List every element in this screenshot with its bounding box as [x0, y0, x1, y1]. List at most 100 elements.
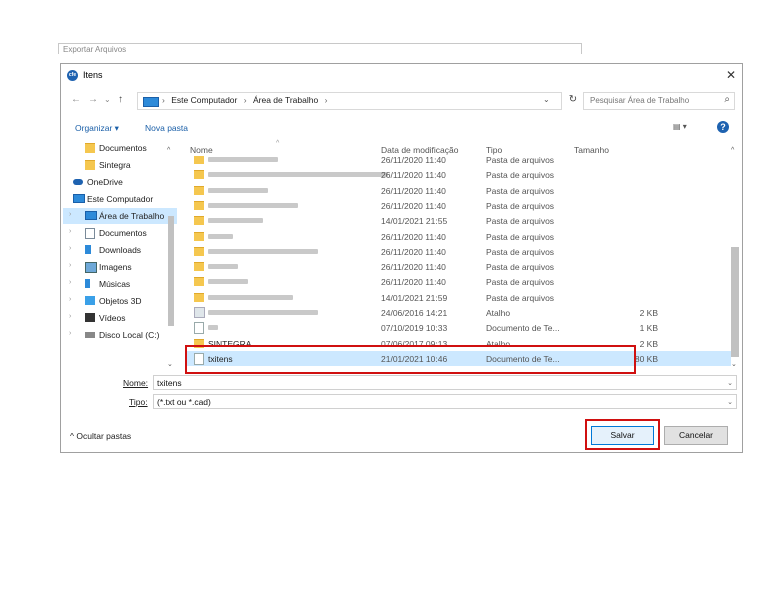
sidebar-item-objetos-3d[interactable]: › Objetos 3D — [63, 293, 177, 309]
refresh-icon[interactable]: ↻ — [565, 92, 581, 108]
chevron-down-icon[interactable]: ⌄ — [727, 379, 733, 387]
cancel-button[interactable]: Cancelar — [664, 426, 728, 445]
file-type: Pasta de arquivos — [486, 246, 555, 257]
pictures-icon — [85, 262, 97, 273]
file-type: Pasta de arquivos — [486, 231, 555, 242]
table-row[interactable]: 14/01/2021 21:55 Pasta de arquivos — [186, 213, 731, 228]
scroll-down-icon[interactable]: ⌄ — [167, 358, 173, 368]
sidebar-item-onedrive[interactable]: ›OneDrive — [63, 174, 177, 190]
back-arrow-icon[interactable]: ← — [71, 94, 81, 105]
sort-ascending-icon: ^ — [276, 140, 280, 147]
address-dropdown-icon[interactable]: ⌄ — [543, 95, 550, 104]
expand-chevron-icon[interactable]: › — [69, 279, 71, 286]
file-type-label: Tipo: — [129, 397, 148, 407]
redacted-file-name — [208, 233, 233, 239]
file-type: Pasta de arquivos — [486, 200, 555, 211]
sidebar-item-label: Downloads — [99, 245, 142, 255]
sidebar-item-músicas[interactable]: › Músicas — [63, 276, 177, 292]
file-name-value: txitens — [157, 378, 182, 388]
sidebar-item-sintegra[interactable]: Sintegra — [63, 157, 177, 173]
expand-chevron-icon[interactable]: › — [69, 211, 71, 218]
list-scroll-up-icon[interactable]: ^ — [731, 144, 734, 154]
file-name-field[interactable]: txitens ⌄ — [153, 375, 737, 390]
chevron-down-icon[interactable]: ⌄ — [727, 398, 733, 406]
list-scroll-down-icon[interactable]: ⌄ — [731, 358, 737, 368]
expand-chevron-icon[interactable]: › — [69, 245, 71, 252]
redacted-file-name — [208, 310, 318, 315]
column-type[interactable]: Tipo — [486, 145, 502, 155]
hide-folders-button[interactable]: ^ Ocultar pastas — [70, 431, 131, 441]
up-arrow-icon[interactable]: ↑ — [118, 94, 123, 105]
breadcrumb: › Este Computador › Área de Trabalho › — [162, 95, 331, 105]
new-folder-button[interactable]: Nova pasta — [145, 123, 188, 133]
sidebar-item-documentos[interactable]: › Documentos — [63, 225, 177, 241]
folder-icon — [85, 143, 95, 153]
documents-icon — [85, 228, 95, 239]
file-list-scrollbar-thumb[interactable] — [731, 247, 739, 357]
sidebar-item-label: Documentos — [99, 143, 147, 153]
breadcrumb-separator: › — [243, 95, 247, 105]
text-document-icon — [194, 322, 204, 335]
sidebar-item-downloads[interactable]: › Downloads — [63, 242, 177, 258]
sidebar-item-documentos[interactable]: Documentos — [63, 142, 177, 156]
search-input[interactable]: Pesquisar Área de Trabalho ⌕ — [583, 92, 735, 110]
sidebar-item-este-computador[interactable]: ⌄Este Computador — [63, 191, 177, 207]
sidebar-item-área-de-trabalho[interactable]: › Área de Trabalho — [63, 208, 177, 224]
table-row[interactable]: 26/11/2020 11:40 Pasta de arquivos — [186, 156, 731, 167]
scroll-up-icon[interactable]: ^ — [167, 144, 170, 154]
organize-menu[interactable]: Organizar ▾ — [75, 123, 119, 134]
file-date: 26/11/2020 11:40 — [381, 170, 446, 181]
table-row[interactable]: 26/11/2020 11:40 Pasta de arquivos — [186, 167, 731, 182]
table-row[interactable]: 26/11/2020 11:40 Pasta de arquivos — [186, 198, 731, 213]
table-row[interactable]: 26/11/2020 11:40 Pasta de arquivos — [186, 259, 731, 274]
expand-chevron-icon[interactable]: › — [69, 313, 71, 320]
download-icon — [85, 245, 91, 254]
expand-chevron-icon[interactable]: › — [69, 296, 71, 303]
redacted-file-name — [208, 218, 263, 224]
address-bar[interactable]: › Este Computador › Área de Trabalho › ⌄ — [137, 92, 562, 110]
sidebar-item-vídeos[interactable]: › Vídeos — [63, 310, 177, 326]
file-date: 24/06/2016 14:21 — [381, 308, 448, 318]
redacted-file-name — [208, 157, 278, 162]
table-row[interactable]: 14/01/2021 21:59 Pasta de arquivos — [186, 290, 731, 305]
file-type-select[interactable]: (*.txt ou *.cad) ⌄ — [153, 394, 737, 409]
help-icon[interactable]: ? — [717, 121, 729, 133]
shortcut-icon — [194, 307, 205, 318]
computer-icon — [73, 194, 85, 203]
table-row[interactable]: 26/11/2020 11:40 Pasta de arquivos — [186, 244, 731, 259]
view-options-icon[interactable]: ▤ ▾ — [673, 122, 687, 131]
file-date: 26/11/2020 11:40 — [381, 246, 446, 257]
cloud-icon — [73, 179, 83, 185]
table-row[interactable]: 24/06/2016 14:21 Atalho 2 KB — [186, 305, 731, 320]
navigation-bar: ← → ⌄ ↑ › Este Computador › Área de Trab… — [61, 90, 742, 112]
highlight-selected-file — [185, 345, 636, 374]
video-icon — [85, 313, 95, 322]
column-name[interactable]: Nome — [190, 145, 213, 155]
expand-chevron-icon[interactable]: › — [69, 228, 71, 235]
file-date: 26/11/2020 11:40 — [381, 277, 446, 288]
table-row[interactable]: 26/11/2020 11:40 Pasta de arquivos — [186, 183, 731, 198]
breadcrumb-este-computador[interactable]: Este Computador — [171, 95, 237, 105]
column-date[interactable]: Data de modificação — [381, 145, 459, 155]
sidebar-item-label: Imagens — [99, 262, 132, 272]
file-type: Atalho — [486, 308, 511, 318]
toolbar: Organizar ▾ Nova pasta ▤ ▾ ? — [61, 118, 742, 138]
expand-chevron-icon[interactable]: › — [69, 262, 71, 269]
redacted-file-name — [208, 325, 218, 331]
navigation-scrollbar-thumb[interactable] — [168, 216, 174, 326]
column-size[interactable]: Tamanho — [574, 145, 609, 155]
table-row[interactable]: 26/11/2020 11:40 Pasta de arquivos — [186, 229, 731, 244]
table-row[interactable]: 07/10/2019 10:33 Documento de Te... 1 KB — [186, 320, 731, 335]
close-icon[interactable]: ✕ — [723, 67, 739, 83]
sidebar-item-imagens[interactable]: › Imagens — [63, 259, 177, 275]
folder-icon — [194, 185, 204, 195]
folder-icon — [194, 246, 204, 256]
forward-arrow-icon[interactable]: → — [88, 94, 98, 105]
recent-locations-icon[interactable]: ⌄ — [104, 95, 111, 104]
folder-icon — [194, 231, 204, 241]
table-row[interactable]: 26/11/2020 11:40 Pasta de arquivos — [186, 274, 731, 289]
expand-chevron-icon[interactable]: › — [69, 330, 71, 337]
breadcrumb-area-de-trabalho[interactable]: Área de Trabalho — [253, 95, 318, 105]
sidebar-item-disco-local-c-[interactable]: › Disco Local (C:) — [63, 327, 177, 343]
redacted-file-name — [208, 264, 238, 270]
